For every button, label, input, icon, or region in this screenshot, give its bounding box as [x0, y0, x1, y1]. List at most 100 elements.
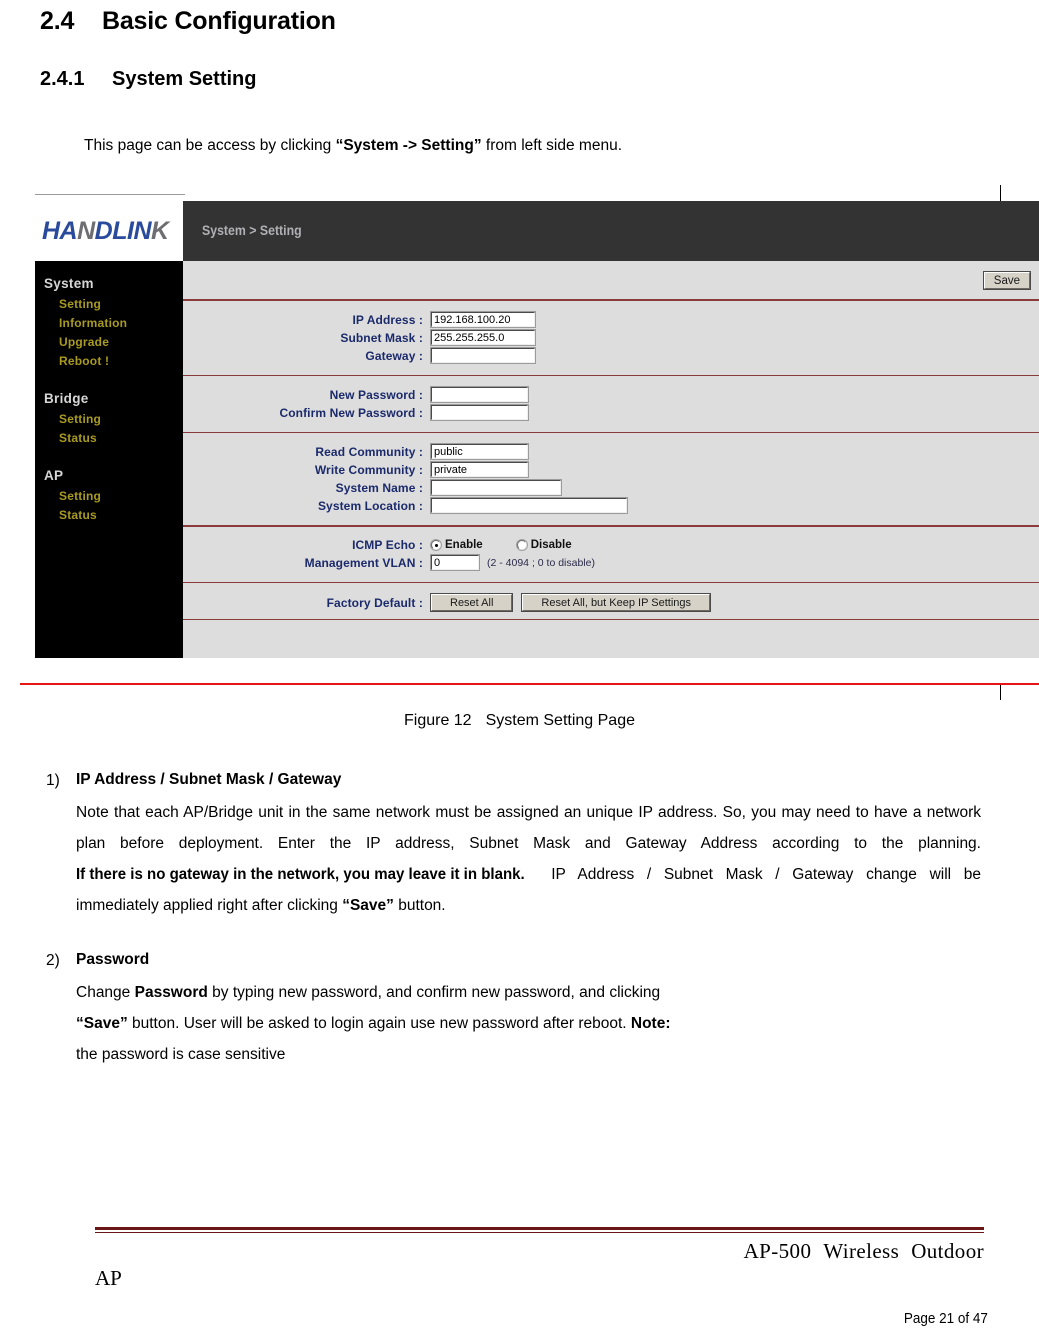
intro-prefix: This page can be access by clicking: [84, 137, 336, 154]
subnet-mask-input[interactable]: [430, 329, 536, 347]
brand-logo-cell: HANDLINK: [35, 201, 183, 261]
footer-product-line: AP-500 Wireless Outdoor: [0, 1233, 1039, 1264]
document-body: 2.4 Basic Configuration 2.4.1 System Setti…: [0, 0, 1039, 157]
para2-password-bold: Password: [134, 984, 208, 1001]
field-row-subnet-mask: Subnet Mask :: [183, 329, 1039, 347]
icmp-echo-radio-group: Enable Disable: [431, 539, 606, 551]
list-item-1-marker: 1): [46, 772, 60, 789]
save-bar: Save: [183, 261, 1039, 299]
field-row-new-password: New Password :: [183, 386, 1039, 404]
snmp-section: Read Community : Write Community : Syste…: [183, 433, 1039, 525]
para1-emphasis: If there is no gateway in the network, y…: [76, 866, 525, 883]
system-location-input[interactable]: [430, 497, 628, 515]
nav-spacer-1: [35, 372, 183, 384]
write-community-input[interactable]: [430, 461, 529, 479]
subsection-title: System Setting: [112, 68, 257, 90]
nav-group-title-ap: AP: [44, 468, 64, 483]
radio-selected-icon[interactable]: [431, 540, 441, 551]
figure-bottom-rule: [20, 683, 1039, 685]
misc-section: ICMP Echo : Enable Disable Management VL: [183, 527, 1039, 582]
breadcrumb: System > Setting: [202, 222, 302, 238]
subsection-number: 2.4.1: [40, 68, 85, 90]
field-row-icmp-echo: ICMP Echo : Enable Disable: [183, 537, 1039, 554]
sidebar-item-bridge-setting[interactable]: Setting: [35, 409, 183, 428]
management-vlan-input[interactable]: [430, 554, 480, 572]
field-row-write-community: Write Community :: [183, 461, 1039, 479]
list-item-1-body: IP Address / Subnet Mask / Gateway Note …: [76, 767, 999, 921]
system-name-input[interactable]: [430, 479, 562, 497]
para2-part-c: button. User will be asked to login agai…: [127, 1015, 631, 1032]
icmp-echo-enable-option[interactable]: Enable: [431, 539, 483, 551]
icmp-echo-disable-option[interactable]: Disable: [516, 539, 572, 552]
icmp-echo-disable-label: Disable: [530, 539, 572, 552]
management-vlan-label: Management VLAN :: [304, 555, 423, 570]
sidebar-item-system-information[interactable]: Information: [35, 313, 183, 332]
sidebar-item-bridge-status[interactable]: Status: [35, 428, 183, 447]
nav-group-bridge: Bridge Setting Status: [35, 384, 183, 447]
reset-all-button[interactable]: Reset All: [429, 593, 514, 613]
field-row-factory-default: Factory Default : Reset All Reset All, b…: [183, 593, 1039, 613]
gateway-input[interactable]: [430, 347, 536, 365]
para1-part-a: Note that each AP/Bridge unit in the sam…: [76, 804, 981, 852]
ip-address-label: IP Address :: [352, 312, 423, 327]
sidebar-item-system-reboot[interactable]: Reboot !: [35, 351, 183, 370]
footer-rule-thick: [95, 1227, 984, 1231]
write-community-label: Write Community :: [314, 462, 423, 477]
field-row-read-community: Read Community :: [183, 443, 1039, 461]
read-community-input[interactable]: [430, 443, 529, 461]
sidebar-item-ap-status[interactable]: Status: [35, 505, 183, 524]
list-item-2-line-1: Change Password by typing new password, …: [76, 977, 999, 1008]
ip-address-input[interactable]: [430, 311, 536, 329]
network-section: IP Address : Subnet Mask : Gateway :: [183, 301, 1039, 375]
handlink-logo: HANDLINK: [42, 217, 169, 246]
figure-screenshot: HANDLINK System > Setting System Setting…: [0, 185, 1039, 700]
password-section: New Password : Confirm New Password :: [183, 376, 1039, 432]
section-title: Basic Configuration: [102, 7, 336, 35]
list-item-2-line-2: “Save” button. User will be asked to log…: [76, 1008, 999, 1039]
field-row-confirm-password: Confirm New Password :: [183, 404, 1039, 422]
para2-part-b: by typing new password, and confirm new …: [207, 984, 661, 1001]
radio-unselected-icon[interactable]: [516, 540, 527, 551]
new-password-input[interactable]: [430, 386, 529, 404]
confirm-password-label: Confirm New Password :: [279, 405, 423, 420]
sidebar-item-system-upgrade[interactable]: Upgrade: [35, 332, 183, 351]
field-row-gateway: Gateway :: [183, 347, 1039, 365]
icmp-echo-label: ICMP Echo :: [352, 538, 423, 553]
para1-save-bold: “Save”: [342, 897, 394, 914]
sidebar-nav: System Setting Information Upgrade Reboo…: [35, 261, 183, 658]
factory-default-section: Factory Default : Reset All Reset All, b…: [183, 583, 1039, 619]
para1-part-c: button.: [393, 897, 446, 914]
intro-bold: “System -> Setting”: [335, 137, 482, 154]
save-button[interactable]: Save: [982, 271, 1032, 290]
icmp-echo-enable-label: Enable: [445, 539, 483, 552]
field-row-management-vlan: Management VLAN : (2 - 4094 ; 0 to disab…: [183, 554, 1039, 572]
nav-group-system: System Setting Information Upgrade Reboo…: [35, 269, 183, 370]
system-name-label: System Name :: [335, 480, 423, 495]
logo-part-4: K: [151, 216, 169, 245]
para2-save-bold: “Save”: [76, 1015, 128, 1032]
list-item-2: 2) Password Change Password by typing ne…: [40, 947, 999, 1070]
footer-type1: Wireless: [823, 1239, 900, 1263]
footer-product-line-2: AP: [95, 1266, 122, 1290]
ui-banner-bar: System > Setting: [183, 201, 1039, 261]
logo-part-1: HA: [42, 216, 78, 245]
device-web-ui: HANDLINK System > Setting System Setting…: [35, 201, 1039, 683]
sidebar-item-ap-setting[interactable]: Setting: [35, 486, 183, 505]
nav-group-title-system: System: [44, 276, 94, 291]
figure-caption: Figure 12 System Setting Page: [0, 685, 1039, 730]
sidebar-item-system-setting[interactable]: Setting: [35, 294, 183, 313]
intro-paragraph: This page can be access by clicking “Sys…: [40, 92, 999, 157]
new-password-label: New Password :: [329, 387, 423, 402]
confirm-password-input[interactable]: [430, 404, 529, 422]
para2-note-bold: Note:: [630, 1015, 671, 1032]
factory-default-label: Factory Default :: [326, 595, 423, 610]
gateway-label: Gateway :: [365, 348, 423, 363]
nav-group-ap: AP Setting Status: [35, 461, 183, 524]
system-location-label: System Location :: [317, 498, 423, 513]
list-item-1-title: IP Address / Subnet Mask / Gateway: [76, 771, 342, 788]
nav-group-title-bridge: Bridge: [44, 391, 89, 406]
ui-banner: HANDLINK System > Setting: [35, 201, 1039, 261]
figure-caption-text: System Setting Page: [485, 712, 635, 729]
subnet-mask-label: Subnet Mask :: [340, 330, 423, 345]
reset-all-keep-ip-button[interactable]: Reset All, but Keep IP Settings: [521, 593, 712, 613]
